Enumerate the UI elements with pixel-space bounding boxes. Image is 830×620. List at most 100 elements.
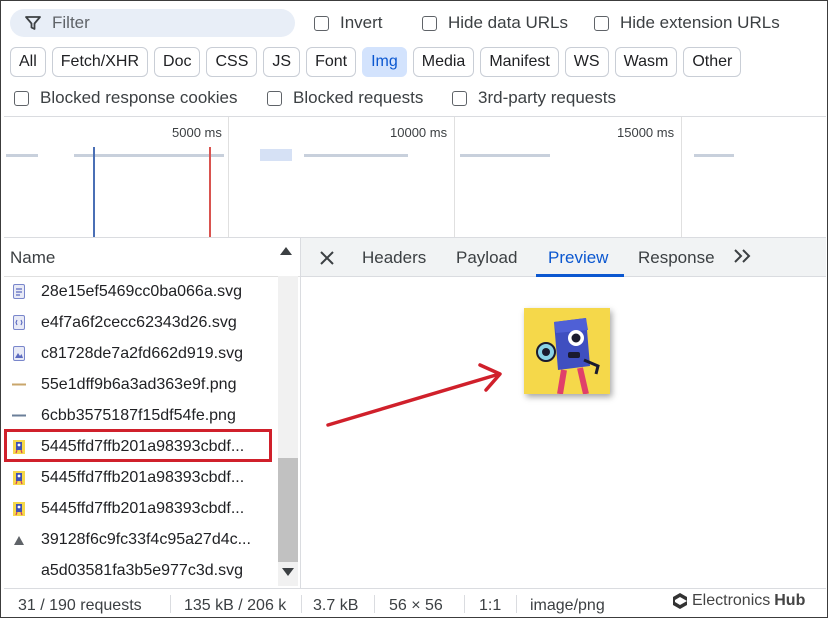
blank-file-icon	[12, 563, 26, 579]
image-preview	[524, 308, 610, 394]
request-row[interactable]: 55e1dff9b6a3ad363e9f.png	[4, 369, 278, 400]
hide-data-urls-checkbox[interactable]: Hide data URLs	[422, 13, 568, 33]
request-name: 39128f6c9fc33f4c95a27d4c...	[41, 530, 251, 548]
checkbox-box[interactable]	[267, 90, 282, 106]
filter-placeholder: Filter	[52, 13, 90, 32]
request-row[interactable]: 39128f6c9fc33f4c95a27d4c...	[4, 524, 278, 555]
filter-chip-fetch-xhr[interactable]: Fetch/XHR	[51, 47, 149, 77]
request-name: a5d03581fa3b5e977c3d.svg	[41, 561, 243, 579]
request-name: 28e15ef5469cc0ba066a.svg	[41, 282, 243, 300]
blocked-requests-checkbox[interactable]: Blocked requests	[267, 88, 423, 108]
request-row[interactable]: 5445ffd7ffb201a98393cbdf...	[4, 462, 278, 493]
watermark-brand: Electronics	[692, 592, 771, 609]
checkbox-box[interactable]	[314, 15, 329, 31]
filter-chip-manifest[interactable]: Manifest	[480, 47, 559, 77]
active-tab-indicator	[536, 274, 624, 277]
selected-request-highlight	[4, 429, 272, 462]
name-column-label: Name	[10, 248, 56, 267]
timeline-activity	[460, 154, 550, 157]
panel-divider[interactable]	[300, 238, 301, 588]
close-icon[interactable]	[318, 249, 336, 267]
request-name: 5445ffd7ffb201a98393cbdf...	[41, 468, 245, 486]
hide-extension-urls-label: Hide extension URLs	[620, 13, 780, 32]
tab-payload[interactable]: Payload	[456, 248, 517, 268]
filter-chip-media[interactable]: Media	[412, 47, 475, 77]
scroll-up-arrow[interactable]	[280, 247, 292, 255]
mime-type: image/png	[530, 597, 605, 614]
request-name: e4f7a6f2cecc62343d26.svg	[41, 313, 237, 331]
watermark: Electronics Hub	[672, 592, 805, 610]
filter-input[interactable]: Filter	[10, 9, 295, 37]
filter-chip-doc[interactable]: Doc	[154, 47, 201, 77]
timeline-activity	[74, 154, 224, 157]
image-small-icon	[12, 532, 26, 548]
png-line-icon	[12, 377, 26, 393]
timeline-divider	[228, 117, 229, 237]
request-row[interactable]: e4f7a6f2cecc62343d26.svg	[4, 307, 278, 338]
filter-chip-all[interactable]: All	[10, 47, 46, 77]
status-separator	[374, 595, 375, 613]
timeline-activity	[6, 154, 38, 157]
filter-chip-css[interactable]: CSS	[206, 47, 258, 77]
timeline-label: 15000 ms	[617, 125, 675, 140]
checkbox-box[interactable]	[422, 15, 437, 31]
request-row[interactable]: 6cbb3575187f15df54fe.png	[4, 400, 278, 431]
filter-icon	[25, 16, 41, 30]
request-row[interactable]: c81728de7a2fd662d919.svg	[4, 338, 278, 369]
request-name: c81728de7a2fd662d919.svg	[41, 344, 243, 362]
image-dimensions: 56 × 56	[389, 597, 443, 614]
invert-label: Invert	[340, 13, 383, 32]
third-party-requests-checkbox[interactable]: 3rd-party requests	[452, 88, 616, 108]
request-row[interactable]: a5d03581fa3b5e977c3d.svg	[4, 555, 278, 586]
hide-extension-urls-checkbox[interactable]: Hide extension URLs	[594, 13, 780, 33]
image-thumbnail-icon	[12, 470, 26, 486]
png-line-icon	[12, 408, 26, 424]
filter-chip-wasm[interactable]: Wasm	[614, 47, 678, 77]
filter-chip-other[interactable]: Other	[683, 47, 742, 77]
request-name: 5445ffd7ffb201a98393cbdf...	[41, 499, 245, 517]
filter-chip-img[interactable]: Img	[362, 47, 407, 77]
timeline-activity	[304, 154, 408, 157]
svg-file-icon	[12, 315, 26, 331]
timeline-divider	[454, 117, 455, 237]
watermark-suffix: Hub	[774, 592, 806, 609]
timeline-label: 10000 ms	[390, 125, 448, 140]
name-column-header[interactable]: Name	[4, 238, 300, 277]
checkbox-box[interactable]	[594, 15, 609, 31]
blocked-response-cookies-checkbox[interactable]: Blocked response cookies	[14, 88, 238, 108]
timeline-divider	[681, 117, 682, 237]
scroll-down-arrow[interactable]	[282, 568, 294, 576]
status-separator	[516, 595, 517, 613]
svg-file-icon	[12, 346, 26, 362]
image-size: 3.7 kB	[313, 597, 359, 614]
type-filter-bar: All Fetch/XHR Doc CSS JS Font Img Media …	[10, 47, 742, 77]
request-name: 55e1dff9b6a3ad363e9f.png	[41, 375, 237, 393]
transferred-size: 135 kB / 206 k	[184, 597, 287, 614]
load-event-marker	[209, 147, 211, 237]
robot-illustration-icon	[524, 308, 610, 394]
scrollbar-thumb[interactable]	[278, 458, 298, 562]
timeline-overview[interactable]: 5000 ms 10000 ms 15000 ms	[4, 116, 826, 238]
tab-preview[interactable]: Preview	[548, 248, 608, 268]
status-separator	[170, 595, 171, 613]
status-separator	[301, 595, 302, 613]
tab-headers[interactable]: Headers	[362, 248, 426, 268]
blocked-response-cookies-label: Blocked response cookies	[40, 88, 238, 107]
electronics-hub-logo-icon	[673, 593, 687, 609]
request-row[interactable]: 28e15ef5469cc0ba066a.svg	[4, 276, 278, 307]
checkbox-box[interactable]	[452, 90, 467, 106]
checkbox-box[interactable]	[14, 90, 29, 106]
timeline-activity	[694, 154, 734, 157]
dom-content-loaded-marker	[93, 147, 95, 237]
third-party-requests-label: 3rd-party requests	[478, 88, 616, 107]
request-name: 6cbb3575187f15df54fe.png	[41, 406, 236, 424]
invert-checkbox[interactable]: Invert	[314, 13, 383, 33]
tab-response[interactable]: Response	[638, 248, 715, 268]
filter-chip-font[interactable]: Font	[306, 47, 357, 77]
timeline-activity	[260, 149, 292, 161]
image-thumbnail-icon	[12, 501, 26, 517]
filter-chip-ws[interactable]: WS	[564, 47, 609, 77]
filter-chip-js[interactable]: JS	[263, 47, 301, 77]
more-tabs-icon[interactable]	[732, 247, 754, 265]
request-row[interactable]: 5445ffd7ffb201a98393cbdf...	[4, 493, 278, 524]
